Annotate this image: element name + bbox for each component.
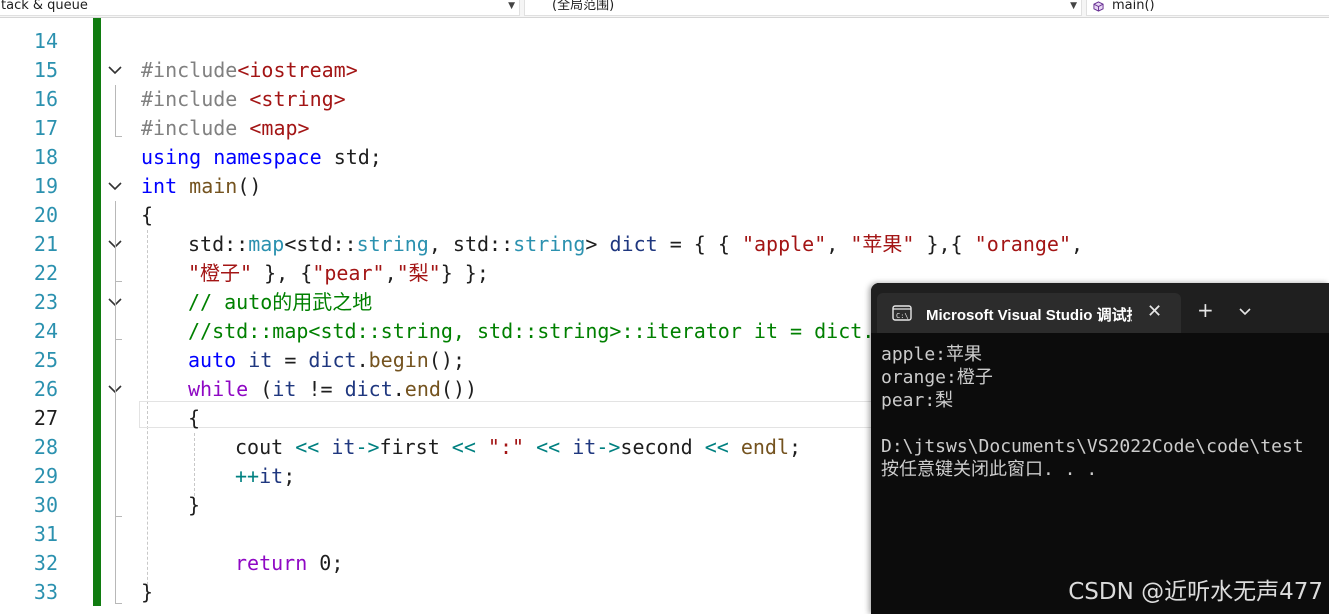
code-line: ++it;: [235, 464, 296, 488]
console-output-line: D:\jtsws\Documents\VS2022Code\code\test: [881, 436, 1304, 457]
code-line: std::map<std::string, std::string> dict …: [188, 232, 1084, 256]
code-line: int main(): [141, 174, 262, 198]
fold-toggle[interactable]: [107, 56, 123, 85]
new-tab-button[interactable]: +: [1197, 300, 1214, 320]
code-line: {: [141, 203, 154, 227]
line-number: 32: [33, 551, 58, 575]
terminal-icon: C:\: [892, 305, 912, 321]
console-tab-strip: C:\ Microsoft Visual Studio 调试控制台 ✕ +: [871, 283, 1329, 333]
line-number: 24: [33, 319, 58, 343]
line-number: 30: [33, 493, 58, 517]
console-output-line: 按任意键关闭此窗口. . .: [881, 459, 1098, 480]
close-icon[interactable]: ✕: [1147, 301, 1162, 322]
line-number: 25: [33, 348, 58, 372]
line-number: 14: [33, 29, 58, 53]
outline-guide: [115, 281, 122, 282]
line-number: 18: [33, 145, 58, 169]
saved-changes-bar: [93, 18, 101, 606]
chevron-down-icon: [108, 66, 122, 75]
line-number: 20: [33, 203, 58, 227]
code-line: while (it != dict.end()): [188, 377, 478, 401]
current-line-highlight: [139, 401, 879, 428]
member-dropdown[interactable]: main(): [1086, 0, 1329, 16]
console-tab[interactable]: C:\ Microsoft Visual Studio 调试控制台 ✕: [877, 293, 1181, 333]
outline-guide: [115, 603, 122, 604]
code-line: auto it = dict.begin();: [188, 348, 465, 372]
line-number: 17: [33, 116, 58, 140]
outline-guide: [115, 201, 116, 604]
project-dropdown[interactable]: tack & queue ▼: [0, 0, 520, 16]
code-line: return 0;: [235, 551, 344, 575]
line-number: 15: [33, 58, 58, 82]
watermark: CSDN @近听水无声477: [1068, 579, 1323, 605]
svg-text:C:\: C:\: [896, 312, 909, 320]
scope-dropdown[interactable]: (全局范围) ▼: [524, 0, 1082, 16]
code-line: }: [188, 493, 201, 517]
code-line: #include <string>: [141, 87, 346, 111]
method-cube-icon: [1093, 1, 1104, 12]
console-output-line: pear:梨: [881, 390, 954, 411]
fold-toggle[interactable]: [107, 172, 123, 201]
scope-dropdown-value: (全局范围): [552, 0, 615, 13]
console-output-line: orange:橙子: [881, 367, 993, 388]
outline-guide: [115, 516, 122, 517]
current-line-number: 27: [33, 406, 58, 430]
code-line: {: [188, 406, 201, 430]
outline-guide: [115, 339, 122, 340]
line-number: 28: [33, 435, 58, 459]
console-output: apple:苹果 orange:橙子 pear:梨 D:\jtsws\Docum…: [881, 343, 1329, 481]
code-comment: //std::map<std::string, std::string>::it…: [188, 319, 874, 343]
line-number: 33: [33, 580, 58, 604]
line-number: 21: [33, 232, 58, 256]
code-line: }: [141, 580, 154, 604]
chevron-down-icon: ▼: [1070, 1, 1077, 11]
line-number: 31: [33, 522, 58, 546]
line-number: 29: [33, 464, 58, 488]
code-line: using namespace std;: [141, 145, 382, 169]
line-number: 16: [33, 87, 58, 111]
navigation-bar: tack & queue ▼ (全局范围) ▼ main(): [0, 0, 1329, 18]
code-line: "橙子" }, {"pear","梨"} };: [188, 261, 489, 285]
code-line: #include <map>: [141, 116, 310, 140]
outline-guide: [115, 136, 122, 137]
line-number: 23: [33, 290, 58, 314]
line-number: 26: [33, 377, 58, 401]
outline-guide: [115, 85, 116, 137]
console-output-line: apple:苹果: [881, 344, 983, 365]
member-dropdown-value: main(): [1112, 0, 1155, 13]
console-tab-title: Microsoft Visual Studio 调试控制台: [926, 307, 1132, 324]
line-number: 22: [33, 261, 58, 285]
code-line: cout << it->first << ":" << it->second <…: [235, 435, 802, 459]
chevron-down-icon[interactable]: [1239, 308, 1251, 316]
debug-console-window[interactable]: C:\ Microsoft Visual Studio 调试控制台 ✕ + ap…: [871, 283, 1329, 614]
line-number: 19: [33, 174, 58, 198]
code-comment: // auto的用武之地: [188, 290, 373, 314]
project-dropdown-value: tack & queue: [1, 0, 88, 13]
code-line: #include<iostream>: [141, 58, 358, 82]
chevron-down-icon: ▼: [508, 1, 515, 11]
chevron-down-icon: [108, 182, 122, 191]
